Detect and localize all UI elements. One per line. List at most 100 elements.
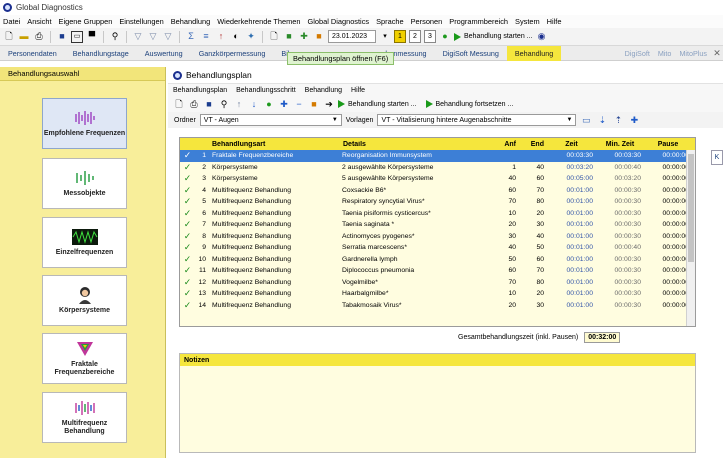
panel-start-button[interactable]: Behandlung starten ... xyxy=(338,100,417,108)
calendar-icon[interactable]: ▾ xyxy=(379,31,391,43)
header-pause[interactable]: Pause xyxy=(647,141,695,148)
table-row[interactable]: ✓ 4 Multifrequenz Behandlung Coxsackie B6* 6… xyxy=(180,185,695,197)
refresh-icon[interactable]: ● xyxy=(263,98,275,110)
tab-close-icon[interactable]: ✕ xyxy=(711,47,723,59)
save-plan-icon[interactable]: ■ xyxy=(203,98,215,110)
table-row[interactable]: ✓ 5 Multifrequenz Behandlung Respiratory sy… xyxy=(180,196,695,208)
menu-programmbereich[interactable]: Programmbereich xyxy=(449,17,508,26)
save-icon[interactable]: ■ xyxy=(56,31,68,43)
vorlagen-select[interactable]: VT - Vitalisierung hintere Augenabschnit… xyxy=(377,114,577,126)
template-save-icon[interactable]: ⇡ xyxy=(612,114,624,126)
add-green-icon[interactable]: ✚ xyxy=(298,31,310,43)
stop-icon[interactable]: ■ xyxy=(308,98,320,110)
remove-step-icon[interactable]: − xyxy=(293,98,305,110)
table-row[interactable]: ✓ 13 Multifrequenz Behandlung Haarbalgmilbe… xyxy=(180,288,695,300)
step-3-button[interactable]: 3 xyxy=(424,30,436,43)
flag-icon[interactable]: ▀ xyxy=(86,31,98,43)
green-square-icon[interactable]: ■ xyxy=(283,31,295,43)
tab-mito[interactable]: Mito xyxy=(654,46,676,61)
filter-add-icon[interactable]: ▽ xyxy=(147,31,159,43)
template-add-icon[interactable]: ✚ xyxy=(628,114,640,126)
date-field[interactable]: 23.01.2023 xyxy=(328,30,376,43)
menu-global-diagnostics[interactable]: Global Diagnostics xyxy=(307,17,369,26)
tab-behandlung[interactable]: Behandlung xyxy=(506,45,562,61)
sidebar-item-empfohlene-frequenzen[interactable]: Empfohlene Frequenzen xyxy=(42,98,127,149)
table-scrollbar[interactable] xyxy=(686,150,695,326)
side-tab-button[interactable]: K xyxy=(711,150,723,165)
new-plan-icon[interactable]: 🗋 xyxy=(173,98,185,110)
tab-behandlungstage[interactable]: Behandlungstage xyxy=(65,46,137,61)
step-1-button[interactable]: 1 xyxy=(394,30,406,43)
print-icon[interactable]: ⎙ xyxy=(33,31,45,43)
open-folder-icon[interactable]: ▬ xyxy=(18,31,30,43)
tab-digisoft-messung[interactable]: DigiSoft Messung xyxy=(435,46,507,61)
move-down-icon[interactable]: ↓ xyxy=(248,98,260,110)
menu-system[interactable]: System xyxy=(515,17,540,26)
menu-behandlung[interactable]: Behandlung xyxy=(171,17,210,26)
header-zeit[interactable]: Zeit xyxy=(550,141,599,148)
table-row[interactable]: ✓ 2 Körpersysteme 2 ausgewählte Körpersyste… xyxy=(180,162,695,174)
globe-icon[interactable]: ◉ xyxy=(536,31,548,43)
header-end[interactable]: End xyxy=(522,141,550,148)
table-row[interactable]: ✓ 7 Multifrequenz Behandlung Taenia saginat… xyxy=(180,219,695,231)
menu-sprache[interactable]: Sprache xyxy=(376,17,404,26)
sidebar-item-einzelfrequenzen[interactable]: Einzelfrequenzen xyxy=(42,217,127,268)
panel-menu-behandlung[interactable]: Behandlung xyxy=(305,87,342,94)
menu-ansicht[interactable]: Ansicht xyxy=(27,17,51,26)
tab-ganzkoerpermessung[interactable]: Ganzkörpermessung xyxy=(191,46,274,61)
table-row[interactable]: ✓ 9 Multifrequenz Behandlung Serratia marce… xyxy=(180,242,695,254)
header-min-zeit[interactable]: Min. Zeit xyxy=(599,141,647,148)
menu-hilfe[interactable]: Hilfe xyxy=(547,17,562,26)
find-icon[interactable]: ⚲ xyxy=(218,98,230,110)
panel-menu-behandlungsplan[interactable]: Behandlungsplan xyxy=(173,87,227,94)
panel-continue-button[interactable]: Behandlung fortsetzen ... xyxy=(425,100,513,108)
menu-datei[interactable]: Datei xyxy=(3,17,20,26)
move-up-icon[interactable]: ↑ xyxy=(233,98,245,110)
table-row[interactable]: ✓ 8 Multifrequenz Behandlung Actinomyces py… xyxy=(180,231,695,243)
menu-personen[interactable]: Personen xyxy=(411,17,443,26)
table-row[interactable]: ✓ 11 Multifrequenz Behandlung Diplococcus p… xyxy=(180,265,695,277)
sort-icon[interactable]: Σ xyxy=(185,31,197,43)
template-edit-icon[interactable]: ▭ xyxy=(580,114,592,126)
print-plan-icon[interactable]: ⎙ xyxy=(188,98,200,110)
table-row[interactable]: ✓ 14 Multifrequenz Behandlung Tabakmosaik V… xyxy=(180,300,695,312)
orange-square-icon[interactable]: ■ xyxy=(313,31,325,43)
list-icon[interactable]: ≡ xyxy=(200,31,212,43)
table-row[interactable]: ✓ 6 Multifrequenz Behandlung Taenia pisifor… xyxy=(180,208,695,220)
panel-menu-behandlungsschritt[interactable]: Behandlungsschritt xyxy=(236,87,296,94)
sidebar-item-messobjekte[interactable]: Messobjekte xyxy=(42,158,127,209)
green-circle-icon[interactable]: ● xyxy=(439,31,451,43)
filter-icon[interactable]: ▽ xyxy=(132,31,144,43)
menu-eigene-gruppen[interactable]: Eigene Gruppen xyxy=(59,17,113,26)
tab-auswertung[interactable]: Auswertung xyxy=(137,46,191,61)
document-icon[interactable]: 🗋 xyxy=(268,31,280,43)
menu-wiederkehrende-themen[interactable]: Wiederkehrende Themen xyxy=(217,17,300,26)
ordner-select[interactable]: VT - Augen ▼ xyxy=(199,114,342,126)
export-icon[interactable]: ➔ xyxy=(323,98,335,110)
start-treatment-button[interactable]: Behandlung starten ... xyxy=(454,32,533,41)
table-row[interactable]: ✓ 12 Multifrequenz Behandlung Vogelmilbe* 70… xyxy=(180,277,695,289)
tab-mitoplus[interactable]: MitoPlus xyxy=(675,46,711,61)
filter-remove-icon[interactable]: ▽ xyxy=(162,31,174,43)
table-row[interactable]: ✓ 3 Körpersysteme 5 ausgewählte Körpersyste… xyxy=(180,173,695,185)
tab-digisoft[interactable]: DigiSoft xyxy=(621,46,654,61)
table-row[interactable]: ✓ 10 Multifrequenz Behandlung Gardnerella l… xyxy=(180,254,695,266)
pin-icon[interactable]: ↑ xyxy=(215,31,227,43)
contrast-icon[interactable]: ◐ xyxy=(230,31,242,43)
template-load-icon[interactable]: ⇣ xyxy=(596,114,608,126)
table-row[interactable]: ✓ 1 Fraktale Frequenzbereiche Reorganisatio… xyxy=(180,150,695,162)
sidebar-item-fraktale-frequenzbereiche[interactable]: Fraktale Frequenzbereiche xyxy=(42,333,127,384)
paint-icon[interactable]: ✦ xyxy=(245,31,257,43)
scrollbar-thumb[interactable] xyxy=(688,154,694,262)
panel-menu-hilfe[interactable]: Hilfe xyxy=(351,87,365,94)
tab-personendaten[interactable]: Personendaten xyxy=(0,46,65,61)
sidebar-item-multifrequenz-behandlung[interactable]: Multifrequenz Behandlung xyxy=(42,392,127,443)
header-details[interactable]: Details xyxy=(340,141,492,148)
step-2-button[interactable]: 2 xyxy=(409,30,421,43)
patient-card-icon[interactable]: ▭ xyxy=(71,30,83,43)
header-behandlungsart[interactable]: Behandlungsart xyxy=(209,141,340,148)
header-anf[interactable]: Anf xyxy=(492,141,522,148)
notes-textarea[interactable] xyxy=(180,366,695,452)
binoculars-icon[interactable]: ⚲ xyxy=(109,31,121,43)
sidebar-item-koerpersysteme[interactable]: Körpersysteme xyxy=(42,275,127,326)
